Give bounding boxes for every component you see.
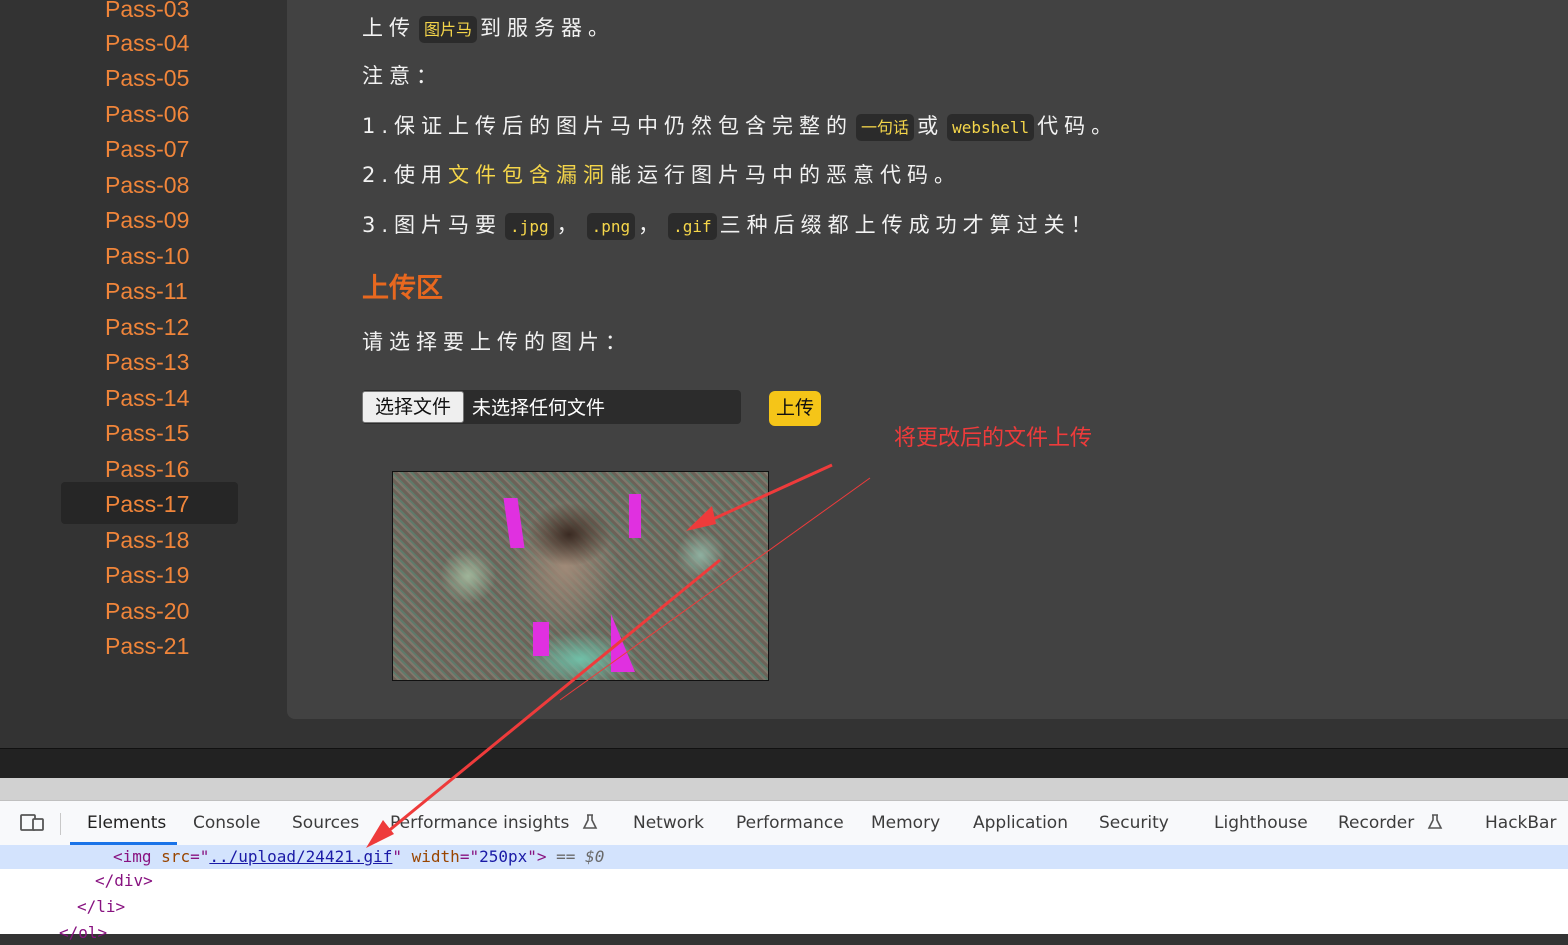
tab-memory[interactable]: Memory bbox=[871, 801, 940, 845]
sidebar-item-pass-09[interactable]: Pass-09 bbox=[105, 203, 189, 237]
sidebar-item-pass-19[interactable]: Pass-19 bbox=[105, 558, 189, 592]
img-tag-open: <img bbox=[113, 847, 162, 866]
sidebar-item-pass-20[interactable]: Pass-20 bbox=[105, 594, 189, 628]
sidebar-item-pass-03[interactable]: Pass-03 bbox=[105, 0, 189, 26]
task-line-2: 1.保证上传后的图片马中仍然包含完整的 一句话或 webshell 代码。 bbox=[362, 110, 1118, 142]
src-attr-name: src bbox=[161, 847, 191, 866]
task-line-2-pre: 1.保证上传后的图片马中仍然包含完整的 bbox=[362, 114, 854, 138]
sidebar: Pass-03 Pass-04 Pass-05 Pass-06 Pass-07 … bbox=[0, 0, 287, 748]
tab-elements[interactable]: Elements bbox=[87, 801, 166, 845]
sidebar-item-pass-07[interactable]: Pass-07 bbox=[105, 132, 189, 166]
sidebar-item-pass-04[interactable]: Pass-04 bbox=[105, 26, 189, 60]
sidebar-item-pass-10[interactable]: Pass-10 bbox=[105, 239, 189, 273]
console-ref: == $0 bbox=[546, 847, 605, 866]
img-tag-close: > bbox=[536, 847, 547, 866]
task-line-3-post: 能运行图片马中的恶意代码。 bbox=[610, 163, 962, 187]
tab-sources[interactable]: Sources bbox=[292, 801, 359, 845]
tab-performance-insights[interactable]: Performance insights bbox=[390, 801, 599, 845]
sidebar-item-pass-11[interactable]: Pass-11 bbox=[105, 274, 188, 308]
sidebar-item-pass-18[interactable]: Pass-18 bbox=[105, 523, 189, 557]
no-file-chosen-label: 未选择任何文件 bbox=[472, 397, 606, 419]
width-attr-name: width bbox=[411, 847, 460, 866]
dom-line-li-close[interactable]: </li> bbox=[0, 895, 1568, 919]
uploaded-image-preview bbox=[392, 471, 769, 681]
code-tag-webshell: webshell bbox=[947, 114, 1035, 141]
dom-line-div-close[interactable]: </div> bbox=[0, 869, 1568, 893]
task-line-1: 上传 图片马 到服务器。 bbox=[362, 12, 615, 44]
tab-separator bbox=[60, 813, 61, 835]
tab-recorder[interactable]: Recorder bbox=[1338, 801, 1444, 845]
comma-1: ， bbox=[556, 213, 584, 237]
choose-file-button[interactable]: 选择文件 bbox=[362, 391, 464, 423]
image-artifact-left bbox=[503, 498, 525, 548]
tab-security[interactable]: Security bbox=[1099, 801, 1169, 845]
sidebar-item-pass-21[interactable]: Pass-21 bbox=[105, 629, 189, 663]
div-close-tag: </div> bbox=[95, 871, 153, 890]
image-artifact-bottom-right bbox=[611, 614, 635, 672]
flask-icon bbox=[1427, 814, 1442, 829]
devtools-tab-bar: Elements Console Sources Performance ins… bbox=[0, 801, 1568, 846]
note-label: 注意： bbox=[362, 64, 443, 88]
device-toolbar-icon[interactable] bbox=[20, 813, 46, 833]
upload-section-title: 上传区 bbox=[362, 273, 443, 304]
src-attr-link[interactable]: ../upload/24421.gif bbox=[209, 847, 392, 866]
annotation-text: 将更改后的文件上传 bbox=[894, 426, 1093, 451]
tab-performance[interactable]: Performance bbox=[736, 801, 844, 845]
tab-hackbar[interactable]: HackBar bbox=[1485, 801, 1556, 845]
task-line-3: 2.使用文件包含漏洞能运行图片马中的恶意代码。 bbox=[362, 159, 961, 191]
devtools-resize-bar[interactable] bbox=[0, 778, 1568, 801]
tab-lighthouse[interactable]: Lighthouse bbox=[1214, 801, 1308, 845]
image-artifact-right bbox=[629, 494, 641, 538]
dom-line-ol-close[interactable]: </ol> bbox=[0, 921, 1568, 945]
tab-application[interactable]: Application bbox=[973, 801, 1068, 845]
sidebar-item-pass-14[interactable]: Pass-14 bbox=[105, 381, 189, 415]
upload-button[interactable]: 上传 bbox=[769, 391, 821, 426]
tab-network[interactable]: Network bbox=[633, 801, 704, 845]
sidebar-item-pass-12[interactable]: Pass-12 bbox=[105, 310, 189, 344]
code-tag-image-horse: 图片马 bbox=[419, 16, 478, 43]
page-bottom-bar bbox=[0, 748, 1568, 779]
code-tag-png: .png bbox=[586, 213, 636, 240]
sidebar-item-pass-06[interactable]: Pass-06 bbox=[105, 97, 189, 131]
image-artifact-bottom-left bbox=[533, 622, 549, 656]
upload-prompt: 请选择要上传的图片： bbox=[362, 330, 632, 354]
file-input[interactable]: 选择文件 未选择任何文件 bbox=[362, 390, 741, 424]
code-tag-gif: .gif bbox=[668, 213, 717, 240]
task-line-2-post: 代码。 bbox=[1037, 114, 1119, 138]
devtools-panel: Elements Console Sources Performance ins… bbox=[0, 778, 1568, 942]
highlight-file-inclusion: 文件包含漏洞 bbox=[448, 163, 611, 187]
code-tag-one-liner: 一句话 bbox=[856, 114, 915, 141]
dom-line-img-selected[interactable]: <img src="../upload/24421.gif" width="25… bbox=[0, 845, 1568, 869]
sidebar-item-pass-15[interactable]: Pass-15 bbox=[105, 416, 189, 450]
width-attr-value: 250px bbox=[479, 847, 528, 866]
sidebar-item-pass-17[interactable]: Pass-17 bbox=[105, 487, 189, 521]
task-line-4-post: 三种后缀都上传成功才算过关！ bbox=[719, 213, 1098, 237]
code-tag-jpg: .jpg bbox=[505, 213, 554, 240]
task-line-2-mid: 或 bbox=[917, 114, 945, 138]
sidebar-item-pass-13[interactable]: Pass-13 bbox=[105, 345, 189, 379]
task-line-3-pre: 2.使用 bbox=[362, 163, 449, 187]
task-line-4: 3.图片马要 .jpg， .png， .gif 三种后缀都上传成功才算过关！ bbox=[362, 209, 1098, 241]
tab-performance-insights-label: Performance insights bbox=[390, 813, 570, 833]
task-line-4-pre: 3.图片马要 bbox=[362, 213, 503, 237]
sidebar-item-pass-08[interactable]: Pass-08 bbox=[105, 168, 189, 202]
li-close-tag: </li> bbox=[77, 897, 126, 916]
task-line-1-pre: 上传 bbox=[362, 16, 416, 40]
task-line-1-post: 到服务器。 bbox=[480, 16, 616, 40]
tab-console[interactable]: Console bbox=[193, 801, 261, 845]
tab-recorder-label: Recorder bbox=[1338, 813, 1415, 833]
ol-close-tag: </ol> bbox=[59, 923, 108, 942]
flask-icon bbox=[582, 814, 597, 829]
sidebar-item-pass-16[interactable]: Pass-16 bbox=[105, 452, 189, 486]
sidebar-item-pass-05[interactable]: Pass-05 bbox=[105, 61, 189, 95]
comma-2: ， bbox=[638, 213, 666, 237]
